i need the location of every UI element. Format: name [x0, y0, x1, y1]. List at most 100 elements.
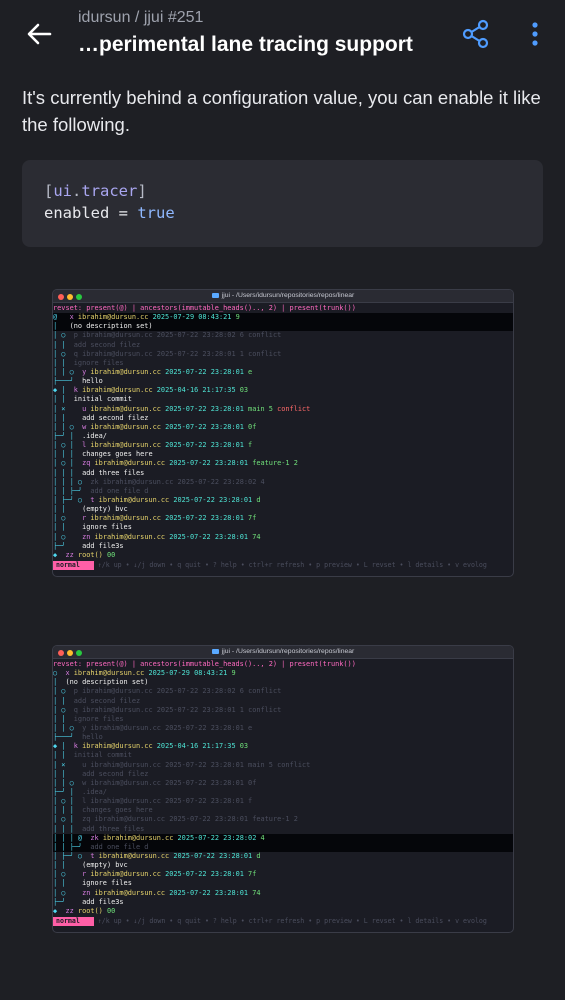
log-line[interactable]: │ │ ○ y ibrahim@dursun.cc 2025-07-22 23:… [53, 724, 513, 733]
commit-description: (no description set) [65, 678, 149, 687]
log-line[interactable]: │ ○ zn ibrahim@dursun.cc 2025-07-22 23:2… [53, 533, 513, 542]
terminal-screenshot-1[interactable]: jjui - /Users/idursun/repositories/repos… [52, 289, 514, 577]
log-line[interactable]: │ ○ │ l ibrahim@dursun.cc 2025-07-22 23:… [53, 797, 513, 806]
commit-description: .idea/ [82, 787, 107, 796]
more-vertical-icon[interactable] [526, 18, 544, 50]
log-line[interactable]: ○ x ibrahim@dursun.cc 2025-07-29 08:43:2… [53, 669, 513, 678]
log-line[interactable]: │ │ ignore files [53, 359, 513, 368]
share-icon[interactable] [460, 18, 492, 50]
page-title: …perimental lane tracing support [78, 33, 413, 56]
folder-icon [211, 648, 219, 654]
log-line[interactable]: │ │ │ ○ zk ibrahim@dursun.cc 2025-07-22 … [53, 478, 513, 487]
log-line[interactable]: │ │ │ @ zk ibrahim@dursun.cc 2025-07-22 … [53, 833, 513, 843]
log-line[interactable]: ├─╯ │ .idea/ [53, 432, 513, 441]
keybinding-help: ↑/k up • ↓/j down • q quit • ? help • ct… [97, 561, 487, 569]
log-line[interactable]: │ ○ r ibrahim@dursun.cc 2025-07-22 23:28… [53, 870, 513, 879]
graph-glyph: │ × [53, 760, 78, 769]
log-line[interactable]: │ │ add second filez [53, 770, 513, 779]
log-line[interactable]: │ │ │ add three files [53, 469, 513, 478]
log-line[interactable]: │ │ │ add three files [53, 825, 513, 834]
log-line[interactable]: │ │ │ changes goes here [53, 806, 513, 815]
log-line[interactable]: │ ├─╯ ○ t ibrahim@dursun.cc 2025-07-22 2… [53, 852, 513, 861]
log-line[interactable]: ├─╯ add file3s [53, 898, 513, 907]
code-token: enabled [44, 204, 110, 222]
log-line[interactable]: │ │ │ changes goes here [53, 450, 513, 459]
log-line[interactable]: @ x ibrahim@dursun.cc 2025-07-29 08:43:2… [53, 313, 513, 323]
commit-description: add one file d [90, 842, 149, 851]
log-line[interactable]: │ │ ignore files [53, 523, 513, 532]
author-email: ibrahim@dursun.cc [82, 331, 153, 340]
terminal-title: jjui - /Users/idursun/repositories/repos… [221, 648, 355, 655]
log-line[interactable]: │ × u ibrahim@dursun.cc 2025-07-22 23:28… [53, 405, 513, 414]
log-line[interactable]: ├─╯ │ .idea/ [53, 788, 513, 797]
commit-description: add second filez [82, 413, 149, 422]
log-line[interactable]: ◆ │ k ibrahim@dursun.cc 2025-04-16 21:17… [53, 742, 513, 751]
log-line[interactable]: │ (no description set) [53, 678, 513, 687]
log-line[interactable]: │ │ (empty) bvc [53, 861, 513, 870]
log-line[interactable]: │ ○ │ zq ibrahim@dursun.cc 2025-07-22 23… [53, 815, 513, 824]
commit-timestamp: 2025-07-22 23:28:01 [165, 367, 244, 376]
commit-timestamp: 2025-07-22 23:28:02 [177, 477, 257, 486]
log-line[interactable]: │ │ ignore files [53, 879, 513, 888]
log-line[interactable]: ◆ │ k ibrahim@dursun.cc 2025-04-16 21:17… [53, 386, 513, 395]
log-line[interactable]: │ │ add second filez [53, 341, 513, 350]
log-line[interactable]: │ │ ○ y ibrahim@dursun.cc 2025-07-22 23:… [53, 368, 513, 377]
code-token: ui [53, 182, 73, 200]
conflict-tag: conflict [248, 687, 282, 696]
log-line[interactable]: ◆ zz root() 00 [53, 551, 513, 560]
log-line[interactable]: ├───╯ hello [53, 377, 513, 386]
log-line[interactable]: │ │ (empty) bvc [53, 505, 513, 514]
mode-badge: normal [53, 917, 94, 926]
author-email: ibrahim@dursun.cc [77, 313, 149, 322]
log-line[interactable]: ├─╯ add file3s [53, 542, 513, 551]
graph-glyph: │ ○ [53, 349, 70, 358]
terminal-title: jjui - /Users/idursun/repositories/repos… [221, 292, 355, 299]
arrow-left-icon[interactable] [24, 18, 56, 50]
log-line[interactable]: │ (no description set) [53, 322, 513, 332]
commit-hash: 74 [252, 532, 261, 541]
commit-timestamp: 2025-07-22 23:28:01 [173, 495, 253, 504]
revset-text: revset: present(@) | ancestors(immutable… [53, 660, 356, 668]
log-line[interactable]: │ │ ├─╯ add one file d [53, 842, 513, 852]
commit-timestamp: 2025-07-22 23:28:02 [156, 687, 236, 696]
commit-hash: feature-1 2 [252, 815, 298, 824]
log-line[interactable]: │ ○ q ibrahim@dursun.cc 2025-07-22 23:28… [53, 350, 513, 359]
log-line[interactable]: │ ○ r ibrahim@dursun.cc 2025-07-22 23:28… [53, 514, 513, 523]
log-line[interactable]: │ │ add second filez [53, 414, 513, 423]
log-line[interactable]: │ │ ○ w ibrahim@dursun.cc 2025-07-22 23:… [53, 423, 513, 432]
author-email: root() [77, 550, 103, 559]
log-line[interactable]: │ │ ├─╯ add one file d [53, 487, 513, 496]
commit-timestamp: 2025-07-22 23:28:01 [169, 532, 249, 541]
author-email: ibrahim@dursun.cc [82, 687, 153, 696]
log-line[interactable]: │ │ add second filez [53, 697, 513, 706]
graph-glyph: │ │ [53, 340, 70, 349]
commit-timestamp: 2025-07-22 23:28:02 [156, 331, 236, 340]
author-email: ibrahim@dursun.cc [94, 532, 166, 541]
commit-timestamp: 2025-04-16 21:17:35 [156, 742, 236, 751]
commit-description: add second filez [73, 340, 141, 349]
conflict-tag: conflict [277, 404, 311, 413]
graph-glyph: │ │ │ @ [53, 833, 87, 842]
log-line[interactable]: ◆ zz root() 00 [53, 907, 513, 916]
code-token: [ [44, 182, 54, 200]
commit-hash: 03 [239, 742, 249, 751]
log-line[interactable]: │ × u ibrahim@dursun.cc 2025-07-22 23:28… [53, 761, 513, 770]
log-line[interactable]: │ ├─╯ ○ t ibrahim@dursun.cc 2025-07-22 2… [53, 496, 513, 505]
log-line[interactable]: │ ○ q ibrahim@dursun.cc 2025-07-22 23:28… [53, 706, 513, 715]
log-line[interactable]: │ │ ignore files [53, 715, 513, 724]
commit-timestamp: 2025-07-22 23:28:01 [165, 797, 244, 806]
author-email: ibrahim@dursun.cc [90, 870, 161, 879]
graph-glyph: ├─╯ [53, 541, 78, 550]
log-line[interactable]: ├───╯ hello [53, 733, 513, 742]
log-line[interactable]: │ ○ │ zq ibrahim@dursun.cc 2025-07-22 23… [53, 459, 513, 468]
terminal-screenshot-2[interactable]: jjui - /Users/idursun/repositories/repos… [52, 645, 514, 933]
log-line[interactable]: │ │ initial commit [53, 751, 513, 760]
log-line[interactable]: │ │ initial commit [53, 395, 513, 404]
log-line[interactable]: │ ○ p ibrahim@dursun.cc 2025-07-22 23:28… [53, 687, 513, 696]
log-line[interactable]: │ ○ │ l ibrahim@dursun.cc 2025-07-22 23:… [53, 441, 513, 450]
log-line[interactable]: │ │ ○ w ibrahim@dursun.cc 2025-07-22 23:… [53, 779, 513, 788]
log-line[interactable]: │ ○ p ibrahim@dursun.cc 2025-07-22 23:28… [53, 331, 513, 340]
log-line[interactable]: │ ○ zn ibrahim@dursun.cc 2025-07-22 23:2… [53, 889, 513, 898]
graph-glyph: │ ○ [53, 331, 70, 340]
repo-breadcrumb[interactable]: idursun / jjui #251 [78, 9, 203, 27]
